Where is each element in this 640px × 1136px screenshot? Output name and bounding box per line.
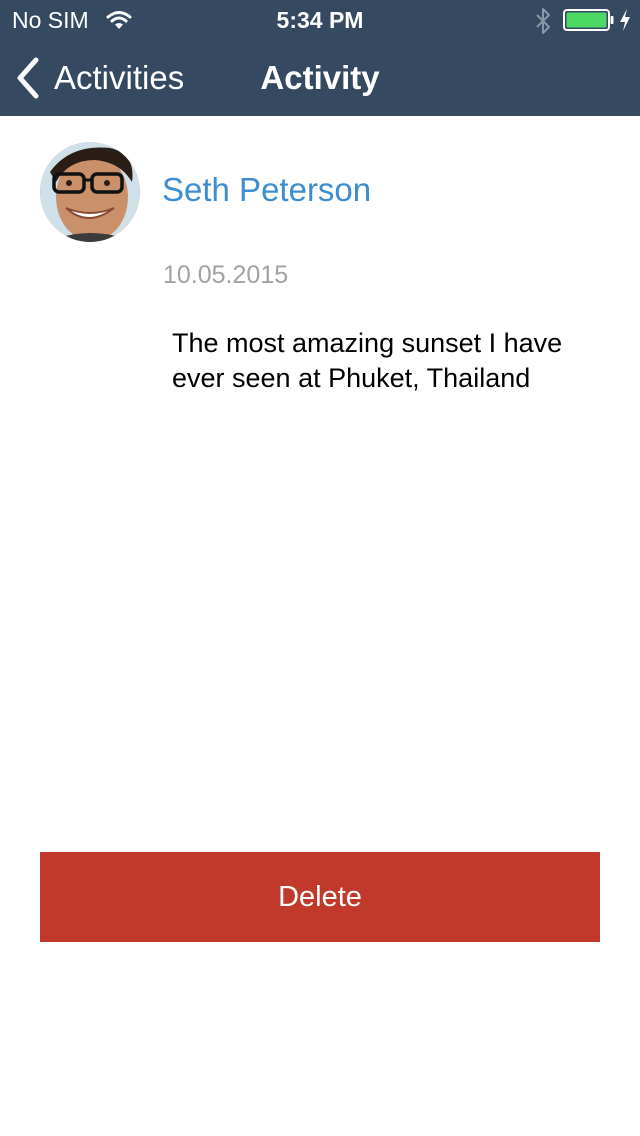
status-bar: No SIM 5:34 PM bbox=[0, 0, 640, 40]
delete-button[interactable]: Delete bbox=[40, 852, 600, 942]
navigation-bar: Activities Activity bbox=[0, 40, 640, 116]
activity-date: 10.05.2015 bbox=[163, 261, 289, 289]
top-bar: No SIM 5:34 PM Activities Activity bbox=[0, 0, 640, 116]
author-name-link[interactable]: Seth Peterson bbox=[162, 170, 371, 210]
charging-bolt-icon bbox=[620, 9, 630, 31]
avatar bbox=[40, 142, 140, 242]
activity-text: The most amazing sunset I have ever seen… bbox=[172, 328, 563, 393]
back-button[interactable]: Activities bbox=[14, 40, 184, 116]
chevron-left-icon bbox=[17, 57, 39, 99]
back-label: Activities bbox=[54, 59, 185, 96]
battery-icon bbox=[563, 9, 614, 31]
avatar-photo bbox=[40, 142, 140, 242]
bluetooth-icon bbox=[536, 8, 550, 34]
